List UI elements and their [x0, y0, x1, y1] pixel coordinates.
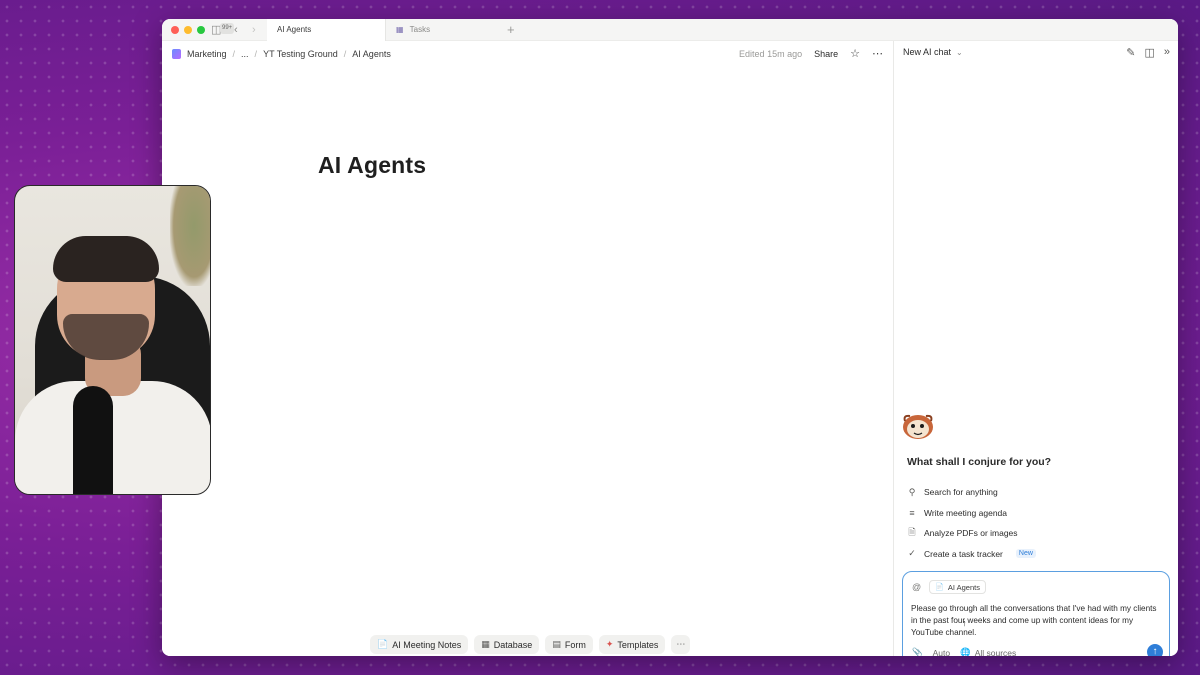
suggestion-meeting-agenda[interactable]: ≡ Write meeting agenda — [907, 503, 1036, 524]
more-options-icon[interactable]: ⋯ — [872, 47, 883, 60]
tab-label: AI Agents — [277, 25, 312, 34]
agenda-icon: ≡ — [909, 507, 915, 518]
database-button[interactable]: ▦ Database — [474, 635, 540, 654]
templates-button[interactable]: ✦ Templates — [598, 635, 666, 654]
sources-selector[interactable]: All sources — [975, 648, 1017, 657]
panel-layout-icon[interactable]: ◫ — [1144, 46, 1154, 59]
suggestion-analyze-pdfs[interactable]: 🗎 Analyze PDFs or images — [907, 523, 1036, 544]
globe-icon: 🌐 — [960, 647, 971, 656]
person-shirt — [15, 381, 210, 494]
edited-timestamp: Edited 15m ago — [739, 48, 803, 59]
page-icon: 📄 — [935, 584, 944, 591]
page-title[interactable]: AI Agents — [318, 152, 426, 179]
suggestion-label: Analyze PDFs or images — [924, 528, 1018, 539]
new-chat-edit-icon[interactable]: ✎ — [1126, 46, 1135, 59]
star-icon[interactable]: ☆ — [850, 47, 860, 60]
breadcrumb-item-marketing[interactable]: Marketing — [187, 49, 227, 59]
form-icon: ▤ — [552, 639, 561, 649]
back-icon[interactable]: ‹ — [234, 23, 238, 37]
breadcrumb-item-yt-testing-ground[interactable]: YT Testing Ground — [263, 49, 338, 59]
quick-actions-bar: 📄 AI Meeting Notes ▦ Database ▤ Form ✦ T… — [370, 635, 691, 654]
more-actions-button[interactable]: ⋯ — [671, 635, 691, 654]
notification-badge: 99+ — [220, 23, 235, 34]
tab-ai-agents[interactable]: AI Agents — [267, 19, 385, 41]
form-button[interactable]: ▤ Form — [545, 635, 593, 654]
mention-icon[interactable]: @ — [912, 582, 921, 592]
page-actions: Edited 15m ago Share ☆ ⋯ — [739, 47, 883, 60]
maximize-window-button[interactable] — [197, 26, 205, 34]
chip-label: Templates — [617, 639, 659, 650]
ai-panel-toolbar: ✎ ◫ » — [1126, 46, 1170, 59]
suggestion-list: ⚲ Search for anything ≡ Write meeting ag… — [907, 482, 1036, 564]
chat-composer[interactable]: @ 📄 AI Agents Please go through all the … — [902, 571, 1170, 656]
prompt-input[interactable]: Please go through all the conversations … — [911, 603, 1163, 639]
background-plant — [170, 186, 210, 286]
minimize-window-button[interactable] — [184, 26, 192, 34]
more-icon: ⋯ — [676, 639, 686, 649]
breadcrumb-separator: / — [232, 49, 236, 59]
context-chip[interactable]: 📄 AI Agents — [929, 580, 986, 594]
breadcrumb-separator: / — [343, 49, 347, 59]
meeting-notes-icon: 📄 — [377, 639, 389, 649]
suggestion-search[interactable]: ⚲ Search for anything — [907, 482, 1036, 503]
breadcrumb-item-ai-agents[interactable]: AI Agents — [352, 49, 391, 59]
workspace-logo-icon — [172, 49, 181, 59]
ai-greeting: What shall I conjure for you? — [907, 456, 1052, 468]
send-button[interactable]: ↑ — [1147, 644, 1163, 656]
suggestion-label: Write meeting agenda — [924, 507, 1008, 518]
templates-icon: ✦ — [605, 639, 614, 649]
breadcrumb-item-ellipsis[interactable]: ... — [241, 49, 249, 59]
chip-label: AI Meeting Notes — [392, 639, 462, 650]
breadcrumb: Marketing / ... / YT Testing Ground / AI… — [172, 47, 391, 61]
chip-label: Database — [493, 639, 533, 650]
suggestion-label: Search for anything — [924, 487, 998, 498]
suggestion-task-tracker[interactable]: ✓ Create a task tracker New — [907, 544, 1036, 565]
table-icon: ▦ — [481, 639, 490, 649]
tab-tasks[interactable]: ▦ Tasks — [385, 19, 503, 41]
check-circle-icon: ✓ — [908, 548, 916, 559]
new-badge: New — [1015, 549, 1036, 559]
title-bar: ◫ 99+ ‹ › AI Agents ▦ Tasks + — [162, 19, 1178, 41]
search-icon: ⚲ — [908, 486, 916, 497]
page-editor: Marketing / ... / YT Testing Ground / AI… — [162, 41, 893, 656]
person-hair — [53, 236, 159, 282]
app-window: ◫ 99+ ‹ › AI Agents ▦ Tasks + Marketing … — [162, 19, 1178, 656]
chip-label: Form — [564, 639, 586, 650]
ai-chat-selector[interactable]: New AI chat ⌄ — [903, 47, 963, 57]
webcam-overlay — [14, 185, 211, 495]
mode-selector[interactable]: Auto — [933, 648, 951, 657]
chevron-down-icon: ⌄ — [956, 47, 963, 57]
ai-chat-panel: New AI chat ⌄ ✎ ◫ » What shall I conjure… — [894, 41, 1178, 656]
breadcrumb-separator: / — [254, 49, 258, 59]
suggestion-label: Create a task tracker — [924, 548, 1003, 559]
tab-label: Tasks — [409, 25, 431, 34]
context-chip-label: AI Agents — [947, 582, 980, 592]
close-window-button[interactable] — [171, 26, 179, 34]
mouse-cursor-icon: ↑ — [962, 618, 967, 628]
composer-controls: 📎 Auto 🌐 All sources — [912, 647, 1016, 656]
attach-icon[interactable]: 📎 — [912, 647, 923, 656]
ai-mascot-icon — [903, 414, 933, 439]
ai-meeting-notes-button[interactable]: 📄 AI Meeting Notes — [370, 635, 469, 654]
ai-chat-title: New AI chat — [903, 47, 952, 57]
document-icon: 🗎 — [908, 527, 916, 538]
composer-context: @ 📄 AI Agents — [912, 580, 986, 594]
share-button[interactable]: Share — [814, 49, 838, 59]
collapse-panel-icon[interactable]: » — [1164, 46, 1170, 59]
new-tab-plus-icon[interactable]: + — [507, 22, 515, 37]
forward-icon[interactable]: › — [252, 23, 256, 37]
board-icon: ▦ — [396, 25, 404, 34]
microphone — [73, 386, 113, 494]
